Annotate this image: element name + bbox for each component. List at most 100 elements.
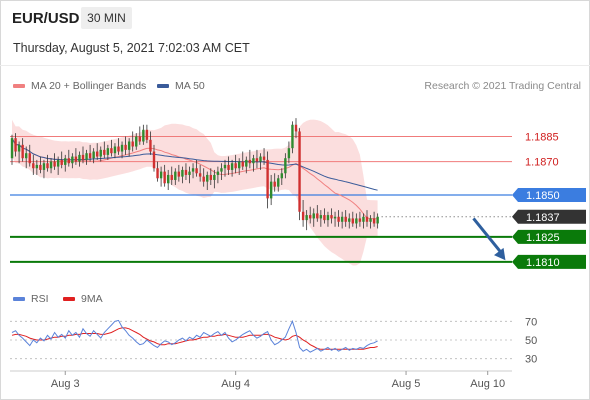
candle-body [298,131,301,212]
candle-body [138,136,141,142]
candle-body [32,163,35,169]
candle-body [319,215,323,219]
candle-body [326,215,330,221]
candle-body [230,163,234,170]
candle-body [120,144,124,152]
candle-body [376,216,379,224]
price-chart: 1.1885 1.1870 1.1850 1.1837 1.1825 1.1810 70 50… [10,118,586,390]
candle-body [88,153,92,159]
candle-body [255,158,259,162]
candle-body [71,156,74,164]
candle-body [198,173,202,177]
candle-body [227,164,230,170]
candle-body [284,158,287,174]
level-label-1.1850: 1.1850 [526,190,560,202]
candle-body [312,213,315,219]
candle-body [85,153,88,160]
candle-body [234,163,237,169]
candle-body [340,216,344,222]
candle-body [60,159,63,165]
candle-body [330,215,333,219]
level-label-1.1870: 1.1870 [525,157,559,169]
candle-body [156,168,159,179]
candle-body [56,159,60,167]
candle-body [287,148,291,159]
candle-body [64,158,67,165]
candle-body [351,218,354,224]
x-tick-label: Aug 10 [470,378,505,390]
level-label-1.1810: 1.1810 [526,257,560,269]
candle-body [323,215,326,221]
candle-body [96,151,99,157]
candle-body [280,173,283,179]
candle-body [124,144,127,150]
candle-body [333,216,337,219]
candle-body [92,151,95,159]
candle-body [305,215,308,221]
x-tick-label: Aug 4 [221,378,250,390]
candle-body [14,138,17,152]
candle-body [167,174,170,184]
candle-body [223,164,227,169]
level-label-1.1885: 1.1885 [525,131,559,143]
candle-body [10,138,14,159]
candle-body [170,174,173,180]
candle-body [42,163,46,170]
candle-body [365,216,369,222]
candle-body [191,168,195,172]
candle-body [103,149,106,155]
candle-body [28,153,31,164]
candle-body [67,158,70,164]
rsi-tick-50: 50 [525,335,537,347]
bollinger-band [12,119,378,266]
candle-body [301,211,305,221]
candle-body [188,171,191,175]
candle-body [39,164,42,170]
candle-body [127,141,131,150]
level-label-1.1825: 1.1825 [526,232,560,244]
candle-body [135,136,138,147]
candle-body [184,169,188,175]
candle-body [241,161,244,167]
candle-body [372,218,376,224]
candle-body [35,164,39,169]
candle-body [358,218,362,222]
candle-body [252,158,255,164]
candle-body [152,151,156,169]
candle-body [17,144,21,152]
candle-body [149,139,152,152]
candle-body [113,146,117,154]
candle-body [174,171,177,180]
candle-body [248,159,252,164]
candle-body [273,181,276,187]
rsi-ma-line [11,327,378,350]
candle-body [46,163,49,169]
candle-body [81,154,85,160]
candle-body [206,174,209,182]
candle-body [99,149,102,157]
x-tick-label: Aug 3 [51,378,80,390]
candle-body [145,129,149,140]
level-label-1.1837: 1.1837 [526,212,560,224]
candle-body [369,218,372,222]
candle-body [294,124,298,132]
candle-body [181,169,184,177]
candle-body [238,161,241,169]
candle-body [131,141,134,147]
candle-body [106,148,110,155]
candle-body [316,213,319,219]
candle-body [262,156,266,160]
candle-body [344,216,347,222]
candle-body [202,176,205,182]
candle-body [177,171,181,177]
candle-body [277,178,280,187]
rsi-tick-70: 70 [525,316,537,328]
candle-body [53,161,56,167]
candle-body [245,159,248,167]
x-tick-label: Aug 5 [392,378,421,390]
candle-body [216,171,220,175]
candle-body [309,215,312,219]
candle-body [269,181,273,199]
candle-body [220,168,223,172]
candle-body [21,144,24,159]
